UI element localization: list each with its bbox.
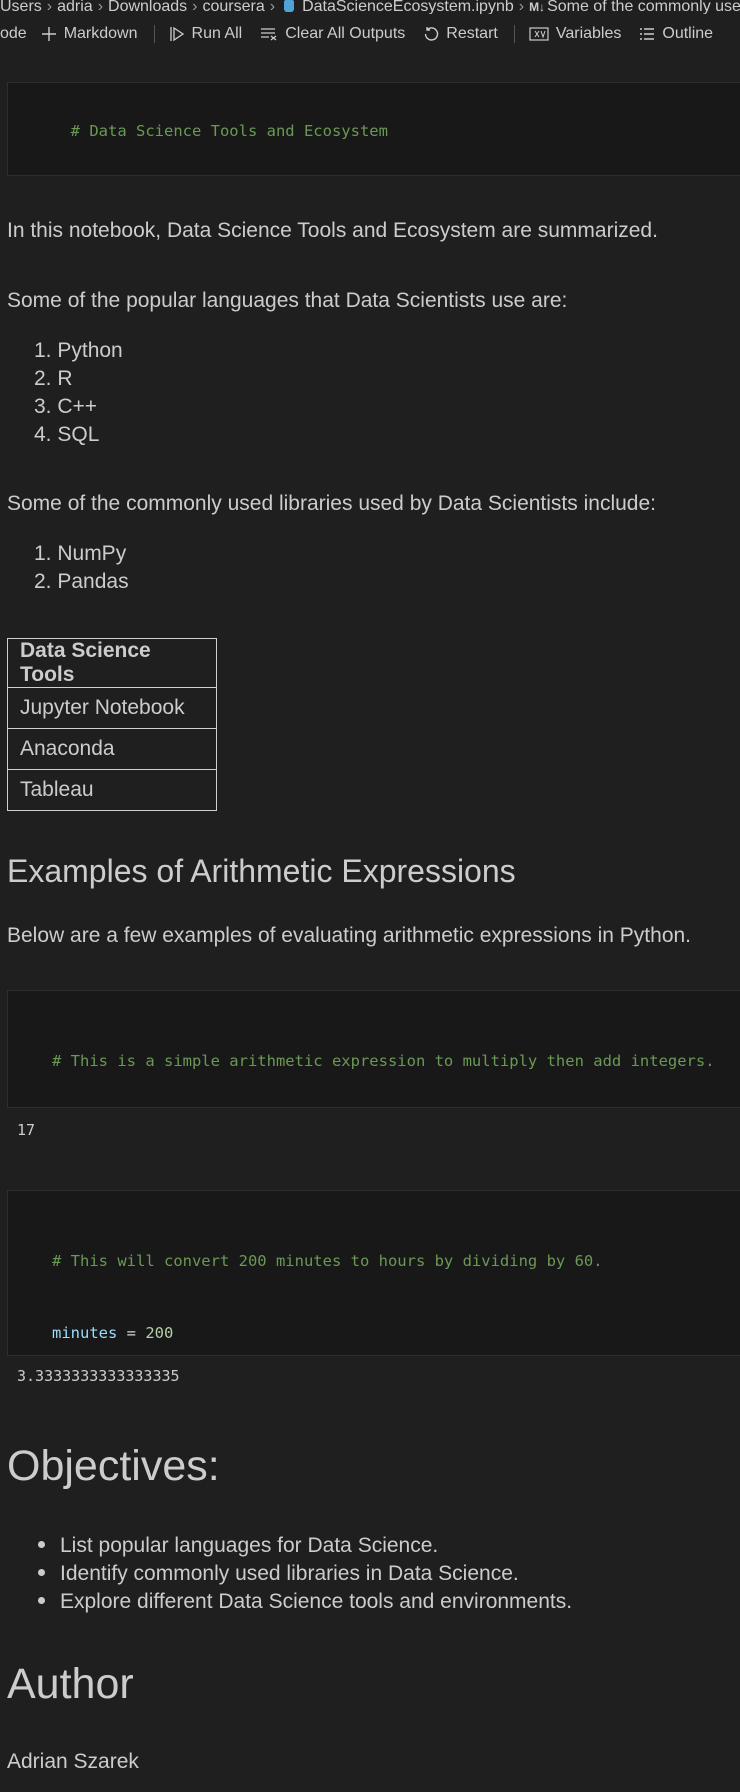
variables-label: Variables — [555, 25, 622, 42]
clear-outputs-button[interactable]: Clear All Outputs — [260, 25, 405, 43]
table-header: Data Science Tools — [7, 638, 217, 688]
code-token: 200 — [145, 1324, 174, 1342]
variables-icon — [529, 27, 549, 41]
list-item: 4. SQL — [34, 423, 100, 446]
restart-icon — [423, 26, 439, 42]
table-cell: Anaconda — [7, 728, 217, 770]
libraries-list: 1. NumPy 2. Pandas — [34, 540, 129, 596]
code-line: # This will convert 200 minutes to hours… — [52, 1249, 740, 1273]
notebook-toolbar: ode Markdown Run All Clear All Outputs R… — [0, 18, 740, 50]
chevron-right-icon: › — [97, 0, 104, 14]
breadcrumb-section[interactable]: Some of the commonly used libraries — [547, 0, 740, 14]
intro-text: In this notebook, Data Science Tools and… — [7, 219, 658, 242]
outline-button[interactable]: Outline — [639, 25, 713, 43]
code-comment: # Data Science Tools and Ecosystem — [70, 122, 388, 140]
clear-all-icon — [260, 27, 278, 41]
breadcrumb-coursera[interactable]: coursera — [203, 0, 265, 14]
list-item: 1. Python — [34, 339, 123, 362]
libraries-heading: Some of the commonly used libraries used… — [7, 492, 656, 515]
breadcrumb-downloads[interactable]: Downloads — [108, 0, 187, 14]
bullet-icon — [38, 1597, 45, 1605]
code-cell-title[interactable]: # Data Science Tools and Ecosystem — [7, 82, 740, 176]
list-item: 3. C++ — [34, 395, 98, 418]
breadcrumb-users[interactable]: Users — [0, 0, 42, 14]
code-button-label: ode — [0, 25, 27, 42]
languages-heading: Some of the popular languages that Data … — [7, 289, 568, 312]
breadcrumb-adria[interactable]: adria — [57, 0, 93, 14]
restart-button[interactable]: Restart — [423, 25, 498, 43]
arithmetic-description: Below are a few examples of evaluating a… — [7, 924, 692, 947]
list-item: 2. Pandas — [34, 570, 129, 593]
list-item-text: List popular languages for Data Science. — [60, 1534, 439, 1557]
breadcrumb-file[interactable]: DataScienceEcosystem.ipynb — [302, 0, 514, 14]
plus-icon — [41, 26, 57, 42]
list-item-text: Identify commonly used libraries in Data… — [60, 1562, 519, 1585]
code-comment: # This is a simple arithmetic expression… — [52, 1052, 715, 1070]
code-line: # This is a simple arithmetic expression… — [52, 1049, 740, 1073]
markdown-icon: M↓ — [529, 0, 546, 14]
chevron-right-icon: › — [518, 0, 525, 14]
cell-output: 3.3333333333333335 — [17, 1367, 180, 1385]
code-token: = — [117, 1324, 146, 1342]
languages-list: 1. Python 2. R 3. C++ 4. SQL — [34, 337, 123, 449]
cell-output: 17 — [17, 1121, 36, 1139]
bullet-icon — [38, 1541, 45, 1549]
list-item: Explore different Data Science tools and… — [34, 1588, 572, 1616]
markdown-button[interactable]: Markdown — [41, 25, 138, 43]
outline-label: Outline — [662, 25, 714, 42]
code-cell-convert[interactable]: # This will convert 200 minutes to hours… — [7, 1190, 740, 1356]
run-all-label: Run All — [191, 25, 243, 42]
arithmetic-heading: Examples of Arithmetic Expressions — [7, 853, 516, 889]
code-line: minutes = 200 — [52, 1321, 740, 1345]
toolbar-divider — [153, 25, 155, 43]
run-all-button[interactable]: Run All — [169, 25, 243, 43]
objectives-heading: Objectives: — [7, 1442, 220, 1490]
list-item: Identify commonly used libraries in Data… — [34, 1560, 572, 1588]
code-button[interactable]: ode — [0, 25, 27, 43]
variables-button[interactable]: Variables — [529, 25, 622, 43]
notebook-icon — [284, 0, 295, 12]
chevron-right-icon: › — [46, 0, 53, 14]
tools-table: Data Science Tools Jupyter Notebook Anac… — [7, 638, 217, 811]
markdown-button-label: Markdown — [63, 25, 138, 42]
list-item: 1. NumPy — [34, 542, 127, 565]
clear-outputs-label: Clear All Outputs — [285, 25, 406, 42]
code-cell-multiply[interactable]: # This is a simple arithmetic expression… — [7, 990, 740, 1108]
objectives-list: List popular languages for Data Science.… — [34, 1532, 572, 1616]
toolbar-divider — [513, 25, 515, 43]
run-all-icon — [169, 26, 185, 42]
outline-icon — [639, 27, 655, 41]
table-cell: Tableau — [7, 769, 217, 811]
chevron-right-icon: › — [192, 0, 198, 14]
breadcrumb: Users › adria › Downloads › coursera › DataScien… — [0, 0, 740, 14]
author-name: Adrian Szarek — [7, 1750, 139, 1773]
code-token: minutes — [52, 1324, 118, 1342]
bullet-icon — [38, 1569, 45, 1577]
table-cell: Jupyter Notebook — [7, 687, 217, 729]
list-item-text: Explore different Data Science tools and… — [60, 1590, 573, 1613]
list-item: List popular languages for Data Science. — [34, 1532, 572, 1560]
list-item: 2. R — [34, 367, 73, 390]
chevron-right-icon: › — [269, 0, 276, 14]
restart-label: Restart — [446, 25, 498, 42]
code-comment: # This will convert 200 minutes to hours… — [52, 1252, 603, 1270]
author-heading: Author — [7, 1660, 134, 1708]
